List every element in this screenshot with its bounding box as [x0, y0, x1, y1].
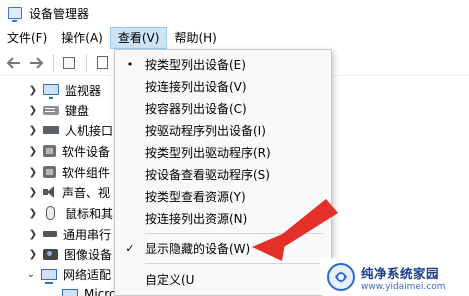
watermark: 纯净系统家园 www.yidaimei.com	[320, 258, 469, 296]
tree-item-software-components[interactable]: ❯ 软件组件	[0, 162, 110, 182]
menu-item-customize[interactable]: 自定义(U	[115, 268, 331, 290]
chevron-right-icon[interactable]: ❯	[28, 85, 38, 96]
network-adapter-icon	[41, 268, 57, 284]
tree-item-usb[interactable]: ❯ 通用串行	[0, 224, 111, 244]
menu-separator	[145, 233, 323, 234]
chevron-right-icon[interactable]: ❯	[28, 125, 38, 136]
tree-item-label: 通用串行	[63, 227, 112, 242]
chevron-right-icon[interactable]: ❯	[28, 105, 38, 116]
menu-help[interactable]: 帮助(H)	[167, 27, 223, 49]
tree-item-network-adapters[interactable]: ⌄ 网络适配	[0, 264, 111, 284]
checkmark-icon: ✓	[125, 241, 135, 255]
menu-action[interactable]: 操作(A)	[54, 27, 110, 49]
menu-item-label: 显示隐藏的设备(W)	[145, 241, 251, 256]
tree-item-label: 软件组件	[62, 165, 111, 180]
menu-item-label: 按设备查看驱动程序(S)	[145, 167, 270, 182]
menu-item-show-hidden-devices[interactable]: ✓ 显示隐藏的设备(W)	[115, 237, 331, 259]
menu-item-label: 按类型列出设备(E)	[145, 57, 246, 72]
tree-item-label: 图像设备	[64, 247, 113, 262]
watermark-url: www.yidaimei.com	[361, 281, 446, 292]
menu-file[interactable]: 文件(F)	[0, 27, 54, 49]
menu-separator	[145, 263, 323, 264]
chevron-right-icon[interactable]: ❯	[28, 229, 38, 240]
menu-item-label: 按连接列出资源(N)	[145, 211, 248, 226]
menu-item-resources-by-connection[interactable]: 按连接列出资源(N)	[115, 207, 331, 229]
menu-item-label: 自定义(U	[145, 272, 195, 287]
menu-item-drivers-by-device[interactable]: 按设备查看驱动程序(S)	[115, 163, 331, 185]
menu-bar: 文件(F) 操作(A) 查看(V) 帮助(H)	[0, 27, 469, 49]
hid-icon	[43, 126, 59, 134]
menu-item-label: 按容器列出设备(C)	[145, 101, 247, 116]
device-manager-icon	[8, 7, 22, 22]
toolbar-separator	[86, 53, 87, 72]
tree-item-label: 键盘	[65, 103, 90, 118]
chevron-right-icon[interactable]: ❯	[28, 146, 38, 157]
tree-item-label: 鼠标和其	[65, 206, 114, 221]
view-menu-dropdown: • 按类型列出设备(E) 按连接列出设备(V) 按容器列出设备(C) 按驱动程序…	[114, 49, 332, 296]
radio-bullet-icon: •	[126, 57, 134, 71]
network-adapter-icon	[62, 288, 78, 296]
usb-icon	[43, 231, 57, 237]
tree-item-monitors[interactable]: ❯ 监视器	[0, 80, 101, 100]
speaker-icon	[43, 186, 56, 198]
tree-item-imaging[interactable]: ❯ 图像设备	[0, 244, 112, 264]
menu-item-resources-by-type[interactable]: 按类型查看资源(Y)	[115, 185, 331, 207]
monitor-icon	[43, 83, 59, 99]
chevron-right-icon[interactable]: ❯	[28, 187, 38, 198]
watermark-name: 纯净系统家园	[361, 265, 440, 281]
menu-item-label: 按类型查看资源(Y)	[145, 189, 246, 204]
chevron-down-icon[interactable]: ⌄	[26, 269, 36, 280]
tree-item-label: 网络适配	[63, 267, 112, 282]
menu-view[interactable]: 查看(V)	[109, 27, 168, 49]
menu-item-label: 按驱动程序列出设备(I)	[145, 123, 266, 138]
chip-icon	[43, 166, 56, 178]
tree-item-mice[interactable]: ❯ 鼠标和其	[0, 203, 113, 223]
toolbar-separator	[53, 53, 54, 72]
watermark-logo-icon	[327, 263, 355, 291]
tree-item-sound[interactable]: ❯ 声音、视	[0, 182, 110, 202]
camera-icon	[43, 248, 58, 260]
document-icon[interactable]	[92, 53, 112, 73]
tree-item-label: 声音、视	[62, 185, 111, 200]
tree-item-hid[interactable]: ❯ 人机接口	[0, 120, 113, 140]
title-bar: 设备管理器	[0, 0, 469, 26]
menu-item-by-type[interactable]: • 按类型列出设备(E)	[115, 53, 331, 75]
tree-item-label: 监视器	[65, 83, 102, 98]
chevron-right-icon[interactable]: ❯	[28, 249, 38, 260]
chip-icon	[43, 145, 56, 157]
chevron-right-icon[interactable]: ❯	[28, 167, 38, 178]
properties-icon[interactable]	[59, 53, 79, 73]
tree-item-keyboards[interactable]: ❯ 键盘	[0, 100, 89, 120]
tree-item-label: 人机接口	[65, 123, 114, 138]
tree-item-label: 软件设备	[62, 144, 111, 159]
back-arrow-icon[interactable]	[4, 53, 24, 73]
keyboard-icon	[43, 105, 59, 115]
forward-arrow-icon[interactable]	[26, 53, 46, 73]
menu-item-label: 按类型列出驱动程序(R)	[145, 145, 271, 160]
menu-item-label: 按连接列出设备(V)	[145, 79, 247, 94]
chevron-right-icon[interactable]: ❯	[28, 208, 38, 219]
mouse-icon	[46, 206, 55, 220]
menu-item-by-connection[interactable]: 按连接列出设备(V)	[115, 75, 331, 97]
menu-item-drivers-by-type[interactable]: 按类型列出驱动程序(R)	[115, 141, 331, 163]
tree-item-software-devices[interactable]: ❯ 软件设备	[0, 141, 110, 161]
window-title: 设备管理器	[29, 6, 90, 21]
menu-item-by-driver[interactable]: 按驱动程序列出设备(I)	[115, 119, 331, 141]
menu-item-by-container[interactable]: 按容器列出设备(C)	[115, 97, 331, 119]
